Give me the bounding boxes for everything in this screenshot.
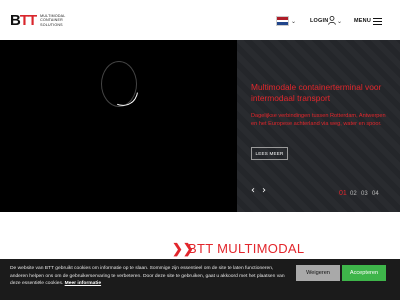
logo-mark: BTT <box>10 12 37 29</box>
reject-cookies-button[interactable]: Weigeren <box>296 265 340 281</box>
login-link[interactable]: LOGIN <box>310 18 328 24</box>
cookie-message: De website van BTT gebruikt cookies om i… <box>10 266 285 287</box>
chevron-down-icon[interactable]: ⌄ <box>337 18 342 25</box>
user-icon[interactable] <box>328 16 336 25</box>
page: BTT MULTIMODAL CONTAINER SOLUTIONS ⌄ LOG… <box>0 0 400 300</box>
slide-page-4[interactable]: 04 <box>372 191 379 197</box>
btt-logo[interactable]: BTT MULTIMODAL CONTAINER SOLUTIONS <box>10 13 65 28</box>
hamburger-menu-icon[interactable] <box>373 18 382 25</box>
section-headline: BTT MULTIMODAL <box>188 241 305 256</box>
slide-page-1[interactable]: 01 <box>339 190 347 197</box>
slide-page-3[interactable]: 03 <box>361 191 368 197</box>
chevron-down-icon[interactable]: ⌄ <box>291 18 296 25</box>
logo-subtitle: MULTIMODAL CONTAINER SOLUTIONS <box>40 13 66 27</box>
read-more-button[interactable]: LEES MEER <box>251 147 288 160</box>
slide-page-2[interactable]: 02 <box>350 191 357 197</box>
hero-title: Multimodale containerterminal voor inter… <box>251 82 382 103</box>
language-selector[interactable] <box>276 16 289 26</box>
accept-cookies-button[interactable]: Accepteren <box>342 265 386 281</box>
menu-label[interactable]: MENU <box>354 18 371 24</box>
netherlands-flag-icon <box>277 17 288 26</box>
hero-description: Dagelijkse verbindingen tussen Rotterdam… <box>251 113 386 127</box>
next-arrow-icon[interactable]: › <box>262 186 266 196</box>
more-info-link[interactable]: Meer informatie <box>65 281 101 286</box>
site-header: BTT MULTIMODAL CONTAINER SOLUTIONS ⌄ LOG… <box>0 0 400 40</box>
prev-arrow-icon[interactable]: ‹ <box>251 186 255 196</box>
